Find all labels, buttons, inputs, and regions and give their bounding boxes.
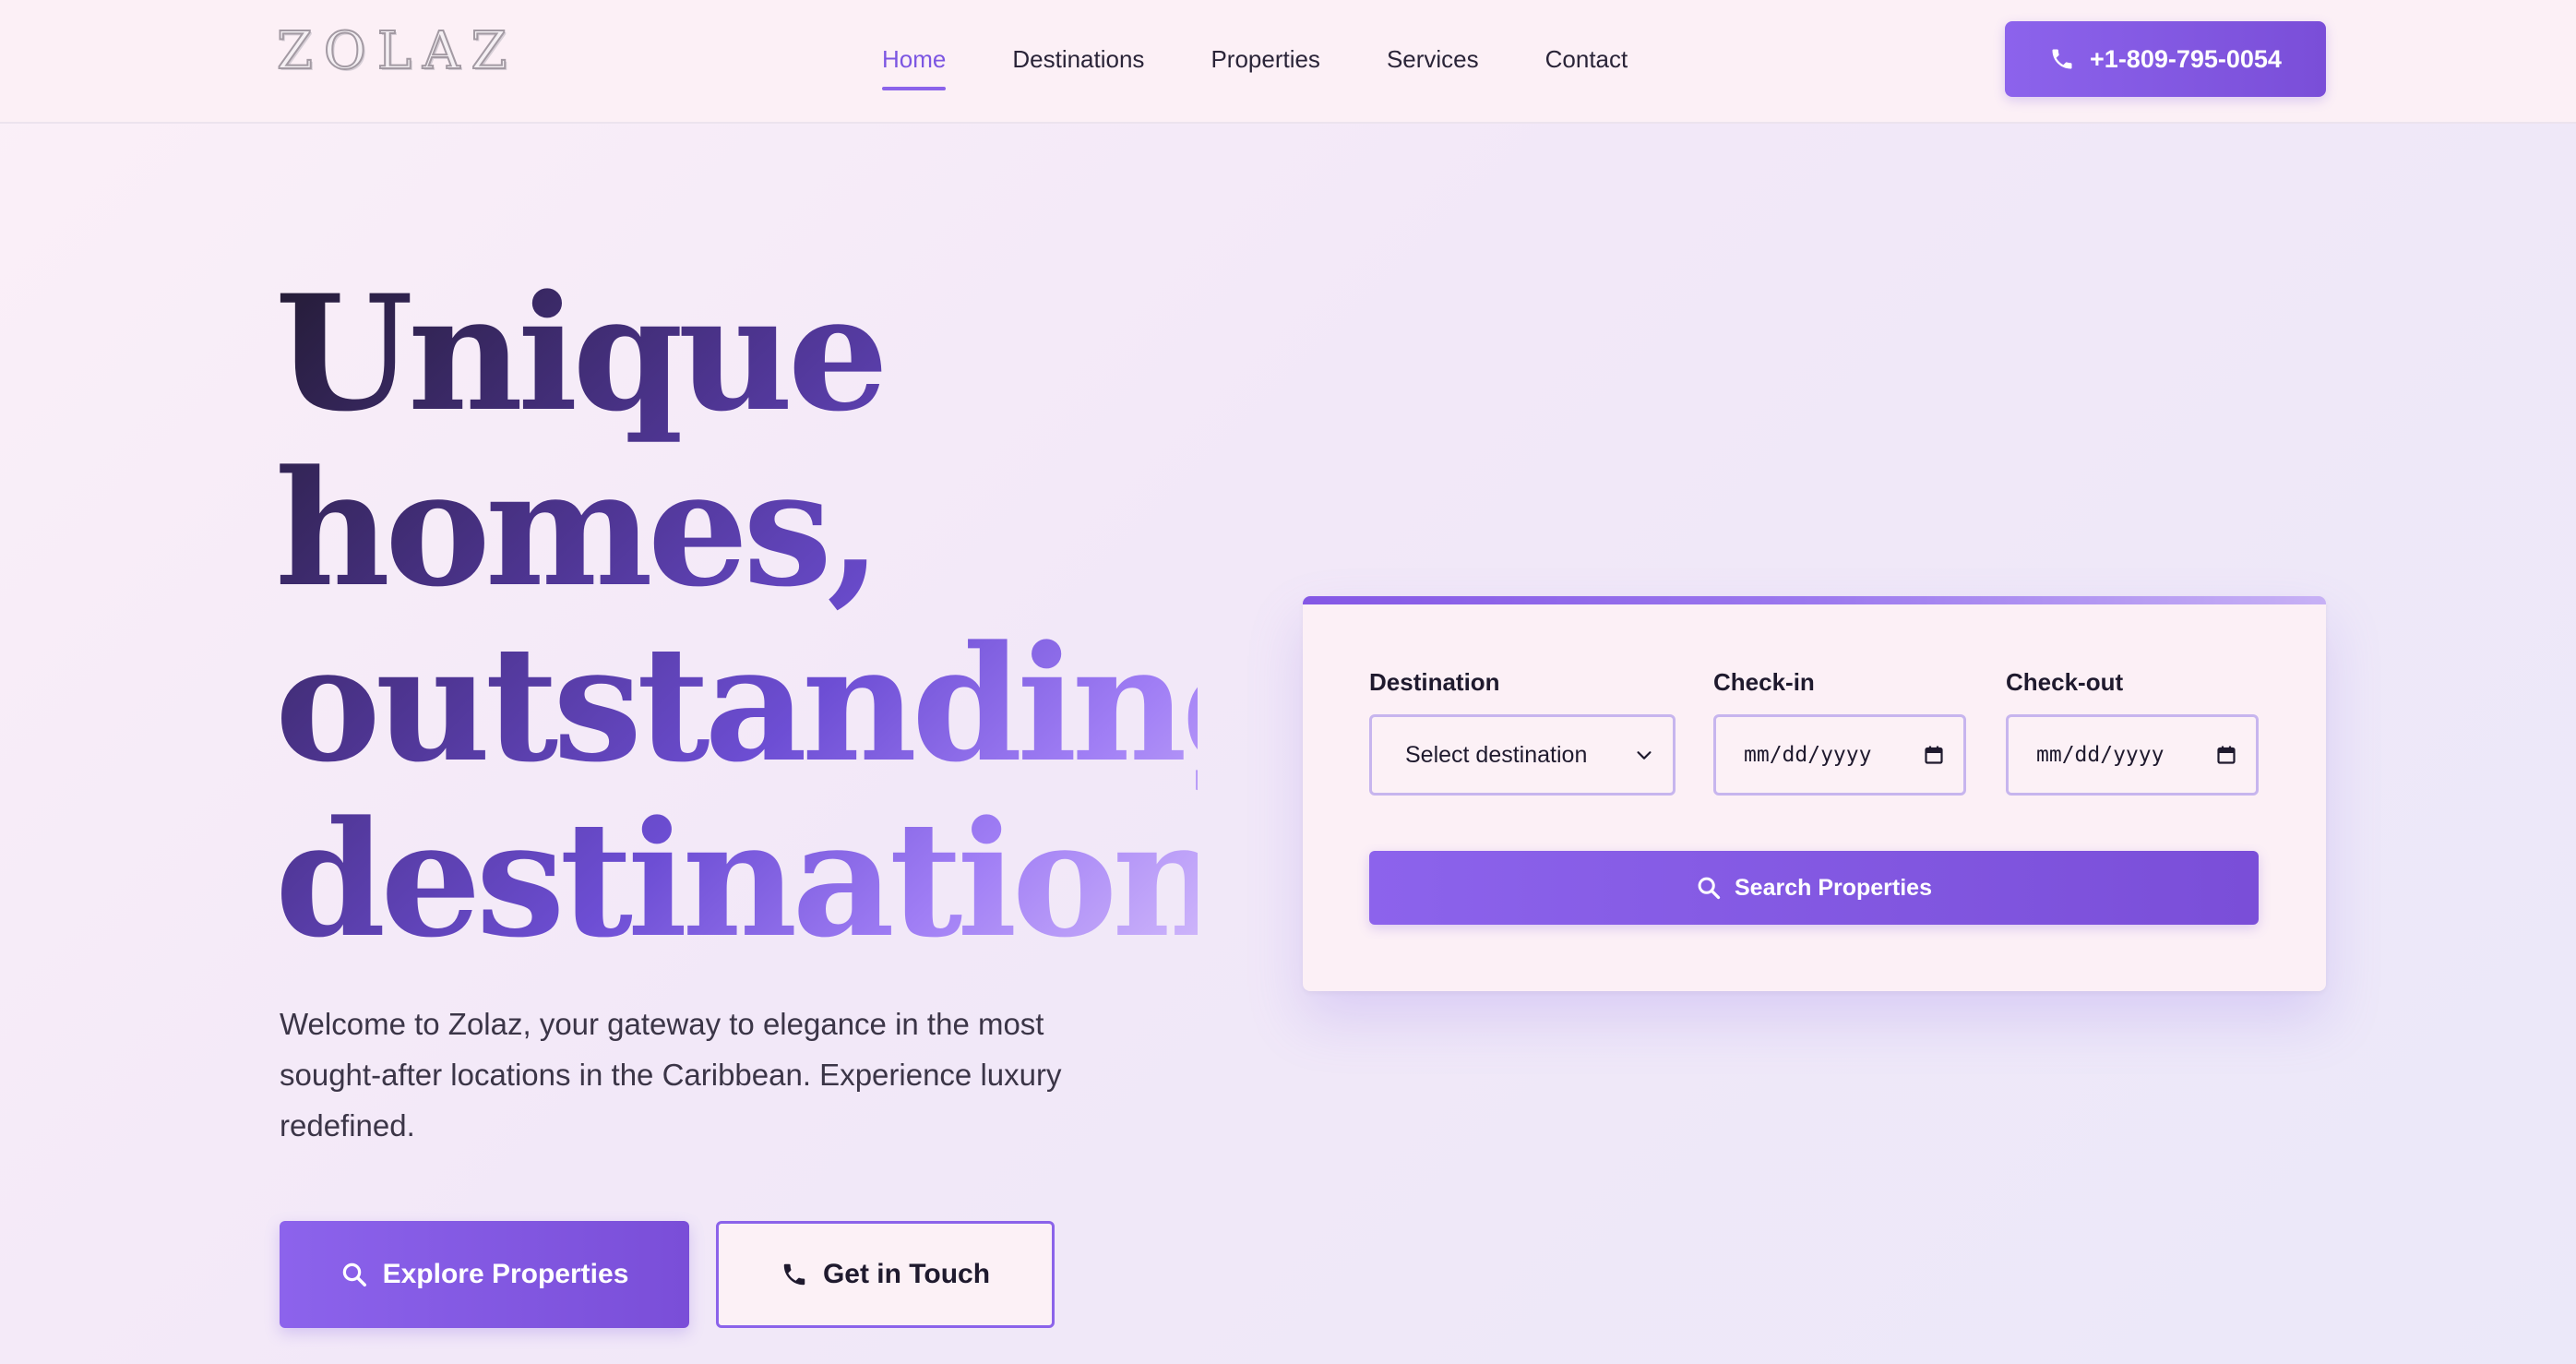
phone-number: +1-809-795-0054: [2090, 44, 2282, 73]
nav-destinations-label: Destinations: [1012, 45, 1145, 73]
checkout-placeholder: mm/dd/yyyy: [2036, 743, 2165, 767]
hero-title-line: outstanding: [275, 610, 1287, 797]
chevron-down-icon: [1634, 745, 1654, 765]
search-properties-button[interactable]: Search Properties: [1369, 851, 2259, 925]
hero-title: Unique homes, outstanding destinations: [275, 266, 1198, 967]
search-properties-label: Search Properties: [1735, 874, 1932, 901]
nav-destinations[interactable]: Destinations: [1012, 41, 1144, 78]
hero-title-line: destinations: [275, 785, 1306, 973]
explore-properties-label: Explore Properties: [382, 1259, 629, 1289]
nav-home[interactable]: Home: [882, 41, 947, 90]
nav-home-label: Home: [882, 45, 947, 73]
checkout-label: Check-out: [2006, 668, 2124, 696]
nav-services-label: Services: [1386, 45, 1479, 73]
destination-label: Destination: [1369, 668, 1500, 696]
get-in-touch-label: Get in Touch: [822, 1259, 991, 1289]
phone-icon: [2049, 46, 2075, 72]
search-card: Destination Select destination Check-in …: [1303, 596, 2326, 991]
destination-selected-value: Select destination: [1405, 741, 1588, 768]
explore-properties-button[interactable]: Explore Properties: [280, 1221, 689, 1328]
card-accent-bar: [1303, 596, 2326, 604]
calendar-icon: [2215, 744, 2237, 766]
checkin-label: Check-in: [1713, 668, 1815, 696]
checkin-date-input[interactable]: mm/dd/yyyy: [1713, 714, 1966, 796]
hero-description: Welcome to Zolaz, your gateway to elegan…: [280, 1007, 1062, 1143]
active-nav-underline: [882, 87, 947, 90]
logo[interactable]: ZOLAZ: [276, 21, 518, 82]
phone-icon: [781, 1261, 808, 1288]
phone-button[interactable]: +1-809-795-0054: [2005, 21, 2326, 97]
main-nav: Home Destinations Properties Services Co…: [882, 41, 1694, 90]
calendar-icon: [1923, 744, 1945, 766]
destination-select[interactable]: Select destination: [1369, 714, 1676, 796]
nav-properties-label: Properties: [1210, 45, 1320, 73]
hero-title-line: homes,: [275, 435, 877, 622]
checkin-placeholder: mm/dd/yyyy: [1744, 743, 1872, 767]
search-icon: [340, 1261, 368, 1288]
hero-title-line: Unique: [275, 259, 884, 447]
nav-properties[interactable]: Properties: [1210, 41, 1320, 78]
search-icon: [1696, 875, 1722, 901]
nav-contact-label: Contact: [1544, 45, 1628, 73]
checkout-date-input[interactable]: mm/dd/yyyy: [2006, 714, 2259, 796]
nav-contact[interactable]: Contact: [1545, 41, 1628, 78]
site-header: ZOLAZ Home Destinations Properties Servi…: [0, 0, 2576, 124]
nav-services[interactable]: Services: [1387, 41, 1479, 78]
get-in-touch-button[interactable]: Get in Touch: [716, 1221, 1055, 1328]
